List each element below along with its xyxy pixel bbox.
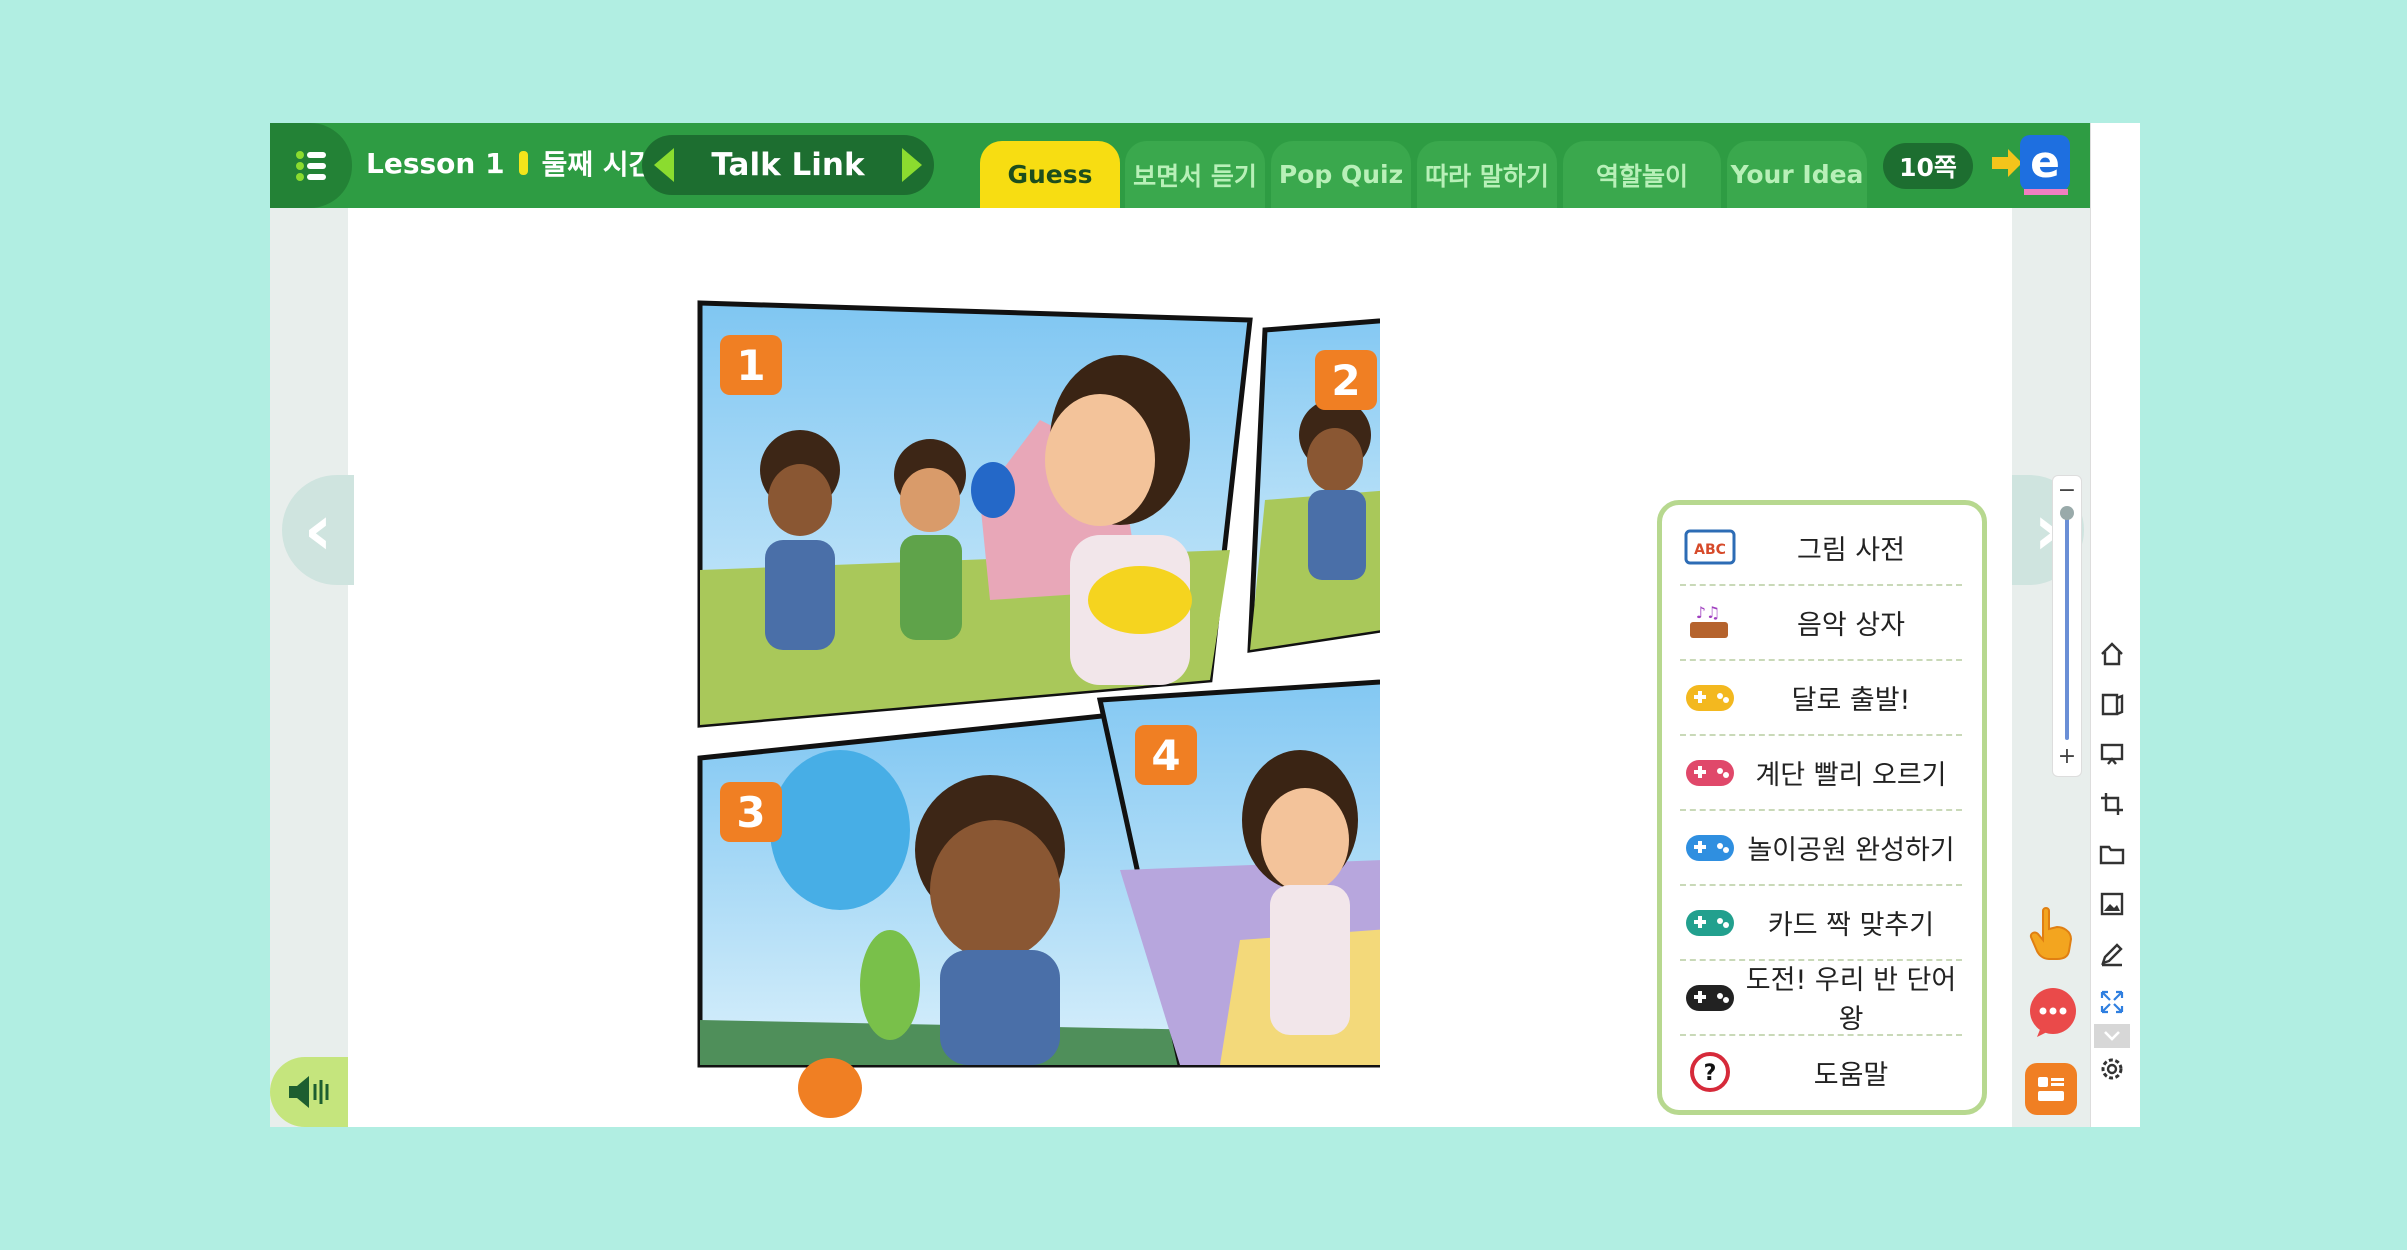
tab-label: Your Idea xyxy=(1730,160,1864,189)
music-box-icon: ♪♫ xyxy=(1680,597,1740,647)
list-menu-icon xyxy=(296,150,326,181)
menu-item-picture-dictionary[interactable]: ABC 그림 사전 xyxy=(1680,510,1962,586)
home-icon[interactable] xyxy=(2094,636,2130,672)
zoom-track xyxy=(2065,512,2069,740)
menu-item-stairs-race[interactable]: 계단 빨리 오르기 xyxy=(1680,735,1962,811)
menu-item-label: 달로 출발! xyxy=(1791,684,1911,716)
svg-text:♪♫: ♪♫ xyxy=(1696,603,1721,622)
pointer-hand-icon[interactable] xyxy=(2025,905,2081,961)
menu-item-label: 그림 사전 xyxy=(1797,534,1905,566)
menu-item-label: 계단 빨리 오르기 xyxy=(1755,759,1947,791)
gamepad-yellow-icon xyxy=(1680,672,1740,722)
menu-item-amusement-park[interactable]: 놀이공원 완성하기 xyxy=(1680,810,1962,886)
crop-icon[interactable] xyxy=(2094,786,2130,822)
gamepad-pink-icon xyxy=(1680,747,1740,797)
gear-icon[interactable] xyxy=(2094,1051,2130,1087)
tab-label: 역할놀이 xyxy=(1595,161,1688,191)
e-book-logo-icon[interactable]: e xyxy=(1990,131,2074,199)
zoom-slider[interactable]: − + xyxy=(2052,475,2082,777)
help-icon: ? xyxy=(1680,1047,1740,1097)
expand-icon[interactable] xyxy=(2094,984,2130,1020)
menu-item-word-king[interactable]: 도전! 우리 반 단어왕 xyxy=(1680,960,1962,1036)
gamepad-teal-icon xyxy=(1680,897,1740,947)
menu-item-label: 도움말 xyxy=(1813,1059,1889,1091)
comic-illustration: 1 2 3 4 xyxy=(697,300,1380,1118)
board-icon[interactable] xyxy=(2094,736,2130,772)
speaker-button[interactable] xyxy=(270,1057,348,1127)
pen-icon[interactable] xyxy=(2094,936,2130,972)
menu-item-moon-launch[interactable]: 달로 출발! xyxy=(1680,660,1962,736)
tab-role-play[interactable]: 역할놀이 xyxy=(1563,141,1721,208)
menu-item-card-match[interactable]: 카드 짝 맞추기 xyxy=(1680,885,1962,961)
gamepad-black-icon xyxy=(1680,972,1740,1022)
page-number-badge: 10쪽 xyxy=(1883,143,1973,189)
panel-number-1: 1 xyxy=(736,341,765,390)
svg-text:e: e xyxy=(2030,137,2060,188)
tab-label: 따라 말하기 xyxy=(1425,161,1549,191)
tools-menu-button[interactable] xyxy=(2025,1063,2077,1115)
zoom-in-button[interactable]: + xyxy=(2053,744,2081,769)
panel-number-4: 4 xyxy=(1151,731,1180,780)
svg-text:ABC: ABC xyxy=(1694,542,1726,558)
menu-item-help[interactable]: ? 도움말 xyxy=(1680,1035,1962,1109)
speaker-icon xyxy=(289,1076,329,1108)
menu-item-music-box[interactable]: ♪♫ 음악 상자 xyxy=(1680,585,1962,661)
menu-item-label: 놀이공원 완성하기 xyxy=(1747,834,1955,866)
panel-number-3: 3 xyxy=(736,788,765,837)
panel-number-2: 2 xyxy=(1331,356,1360,405)
menu-item-label: 카드 짝 맞추기 xyxy=(1767,909,1935,941)
image-icon[interactable] xyxy=(2094,886,2130,922)
menu-item-label: 음악 상자 xyxy=(1797,609,1905,641)
tools-popup-menu: ABC 그림 사전 ♪♫ 음악 상자 달로 출발! 계단 빨리 오르기 놀이공원… xyxy=(1657,500,1987,1115)
tab-your-idea[interactable]: Your Idea xyxy=(1727,141,1867,208)
chat-bubble-icon[interactable] xyxy=(2025,985,2081,1041)
menu-item-label: 도전! 우리 반 단어왕 xyxy=(1745,965,1957,1035)
tab-repeat[interactable]: 따라 말하기 xyxy=(1417,141,1557,208)
left-gutter xyxy=(270,208,348,1127)
tool-strip xyxy=(2090,123,2140,1127)
folder-icon[interactable] xyxy=(2094,836,2130,872)
picture-dictionary-icon: ABC xyxy=(1680,522,1740,572)
zoom-handle[interactable] xyxy=(2060,506,2074,520)
gamepad-blue-icon xyxy=(1680,822,1740,872)
svg-text:?: ? xyxy=(1704,1061,1717,1086)
chevron-down-icon[interactable] xyxy=(2094,1024,2130,1048)
tools-panel-icon xyxy=(2038,1077,2064,1101)
menu-button[interactable] xyxy=(270,123,352,208)
book-icon[interactable] xyxy=(2094,686,2130,722)
zoom-out-button[interactable]: − xyxy=(2053,478,2081,503)
